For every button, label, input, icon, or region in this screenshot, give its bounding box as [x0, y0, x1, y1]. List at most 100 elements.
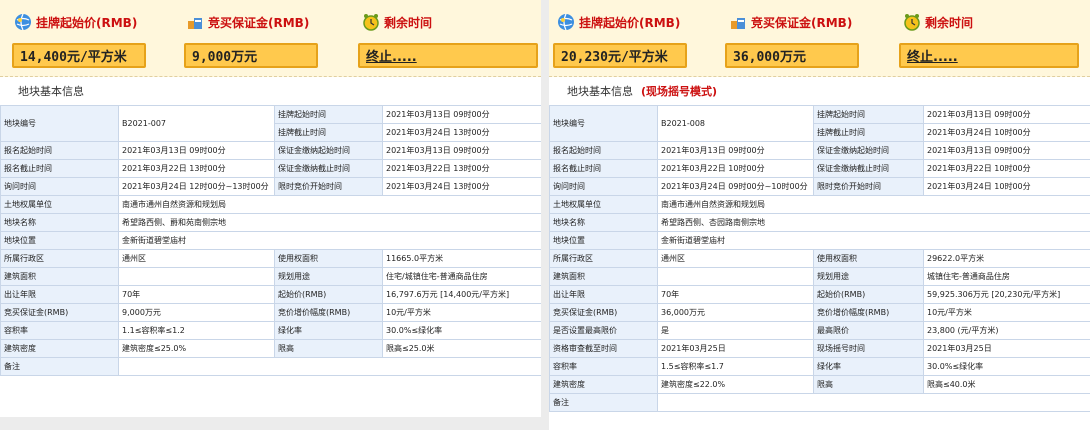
field-label: 建筑密度: [549, 375, 658, 394]
field-label: 挂牌起始时间: [274, 105, 383, 124]
field-value: 建筑密度≤22.0%: [657, 375, 814, 394]
table-row: 询问时间 2021年03月24日 09时00分~10时00分 限时竞价开始时间 202…: [549, 177, 1090, 196]
section-title: 地块基本信息: [18, 85, 84, 98]
right-start-price-label: 挂牌起始价(RMB): [557, 11, 680, 33]
field-value: [118, 357, 541, 376]
time-label-text: 剩余时间: [384, 15, 433, 30]
field-value: 70年: [657, 285, 814, 304]
field-value: 2021年03月24日 10时00分: [923, 177, 1090, 196]
field-label: 出让年限: [549, 285, 658, 304]
left-time-box: 终止.....: [358, 43, 538, 68]
table-row: 备注: [549, 393, 1090, 412]
field-label: 是否设置最高限价: [549, 321, 658, 340]
globe-icon: [14, 13, 32, 31]
field-label: 限高: [813, 375, 924, 394]
table-row: 报名截止时间 2021年03月22日 10时00分 保证金缴纳截止时间 2021年03…: [549, 159, 1090, 178]
field-label: 挂牌截止时间: [813, 123, 924, 142]
table-row: 报名截止时间 2021年03月22日 13时00分 保证金缴纳截止时间 2021年03…: [0, 159, 541, 178]
field-value: 城镇住宅-普通商品住房: [923, 267, 1090, 286]
field-label: 地块名称: [549, 213, 658, 232]
table-row: 建筑面积 规划用途 城镇住宅-普通商品住房: [549, 267, 1090, 286]
start-price-label-text: 挂牌起始价(RMB): [36, 15, 138, 30]
field-label: 土地权属单位: [0, 195, 119, 214]
time-value: 终止.....: [907, 50, 958, 65]
right-start-price-box: 20,230元/平方米: [553, 43, 687, 68]
page: 挂牌起始价(RMB) 竞买保证金(RMB) 剩余时间 14,400元/平方米 9…: [0, 0, 1090, 430]
field-label: 绿化率: [274, 321, 383, 340]
deposit-label-text: 竞买保证金(RMB): [208, 15, 310, 30]
field-value: 1.5≤容积率≤1.7: [657, 357, 814, 376]
field-value: [657, 393, 1090, 412]
field-label: 绿化率: [813, 357, 924, 376]
table-row: 地块位置 金新街道碧堂庙村: [0, 231, 541, 250]
field-label: 使用权面积: [274, 249, 383, 268]
field-value: 2021年03月24日 13时00分: [382, 123, 541, 142]
left-banner: 挂牌起始价(RMB) 竞买保证金(RMB) 剩余时间 14,400元/平方米 9…: [0, 0, 541, 77]
field-value: 限高≤25.0米: [382, 339, 541, 358]
field-value: 16,797.6万元 [14,400元/平方米]: [382, 285, 541, 304]
money-bag-icon: [729, 13, 747, 31]
table-row: 地块名称 希望路西侧、杏园路南侧宗地: [549, 213, 1090, 232]
table-row: 建筑面积 规划用途 住宅/城镇住宅-普通商品住房: [0, 267, 541, 286]
right-section-header: 地块基本信息 (现场摇号模式): [549, 77, 1090, 105]
field-label: 资格审查截至时间: [549, 339, 658, 358]
field-label: 限时竞价开始时间: [813, 177, 924, 196]
left-section-header: 地块基本信息: [0, 77, 541, 105]
field-label: 规划用途: [274, 267, 383, 286]
field-label: 现场摇号时间: [813, 339, 924, 358]
field-value: 建筑密度≤25.0%: [118, 339, 275, 358]
field-value: 2021年03月13日 09时00分: [382, 105, 541, 124]
field-value: 10元/平方米: [923, 303, 1090, 322]
table-row: 地块位置 金新街道碧堂庙村: [549, 231, 1090, 250]
globe-icon: [557, 13, 575, 31]
field-label: 地块位置: [549, 231, 658, 250]
start-price-label-text: 挂牌起始价(RMB): [579, 15, 681, 30]
start-price-value: 14,400元/平方米: [20, 50, 127, 65]
field-label: 地块编号: [549, 105, 658, 142]
table-row: 土地权属单位 南通市通州自然资源和规划局: [549, 195, 1090, 214]
table-row: 出让年限 70年 起始价(RMB) 59,925.306万元 [20,230元/平方米…: [549, 285, 1090, 304]
field-label: 保证金缴纳截止时间: [274, 159, 383, 178]
table-row: 出让年限 70年 起始价(RMB) 16,797.6万元 [14,400元/平方米]: [0, 285, 541, 304]
field-label: 保证金缴纳起始时间: [274, 141, 383, 160]
field-value: 是: [657, 321, 814, 340]
field-label: 起始价(RMB): [274, 285, 383, 304]
field-value: 2021年03月13日 09时00分: [382, 141, 541, 160]
field-label: 土地权属单位: [549, 195, 658, 214]
table-row: 地块名称 希望路西侧、爵和苑南侧宗地: [0, 213, 541, 232]
field-label: 报名截止时间: [549, 159, 658, 178]
left-time-label: 剩余时间: [362, 11, 432, 33]
money-bag-icon: [186, 13, 204, 31]
table-row: 是否设置最高限价是最高限价 23,800 (元/平方米): [549, 321, 1090, 340]
time-value: 终止.....: [366, 50, 417, 65]
field-value: 36,000万元: [657, 303, 814, 322]
field-value: 希望路西侧、杏园路南侧宗地: [657, 213, 1090, 232]
field-value: 2021年03月24日 09时00分~10时00分: [657, 177, 814, 196]
left-start-price-box: 14,400元/平方米: [12, 43, 146, 68]
field-value: 通州区: [118, 249, 275, 268]
field-value: 2021年03月25日: [923, 339, 1090, 358]
left-info-table: 地块编号 B2021-007 挂牌起始时间 2021年03月13日 09时00分 挂牌截…: [0, 105, 541, 376]
right-time-box: 终止.....: [899, 43, 1079, 68]
field-label: 建筑面积: [0, 267, 119, 286]
field-label: 容积率: [0, 321, 119, 340]
field-value: 2021年03月22日 13时00分: [382, 159, 541, 178]
field-value: B2021-008: [657, 105, 814, 142]
field-label: 最高限价: [813, 321, 924, 340]
field-value: 2021年03月13日 09时00分: [118, 141, 275, 160]
field-value: [657, 267, 814, 286]
field-value: 限高≤40.0米: [923, 375, 1090, 394]
field-label: 竞买保证金(RMB): [549, 303, 658, 322]
right-info-table: 地块编号 B2021-008 挂牌起始时间 2021年03月13日 09时00分 挂牌截…: [549, 105, 1090, 412]
field-label: 备注: [549, 393, 658, 412]
table-row: 容积率 1.1≤容积率≤1.2 绿化率 30.0%≤绿化率: [0, 321, 541, 340]
field-label: 所属行政区: [0, 249, 119, 268]
table-row: 竞买保证金(RMB) 36,000万元 竞价增价幅度(RMB) 10元/平方米: [549, 303, 1090, 322]
alarm-clock-icon: [903, 13, 921, 31]
deposit-value: 36,000万元: [733, 50, 806, 65]
table-row: 所属行政区 通州区 使用权面积 29622.0平方米: [549, 249, 1090, 268]
field-value: 2021年03月24日 13时00分: [382, 177, 541, 196]
field-value: 59,925.306万元 [20,230元/平方米]: [923, 285, 1090, 304]
field-label: 地块名称: [0, 213, 119, 232]
table-row: 备注: [0, 357, 541, 376]
